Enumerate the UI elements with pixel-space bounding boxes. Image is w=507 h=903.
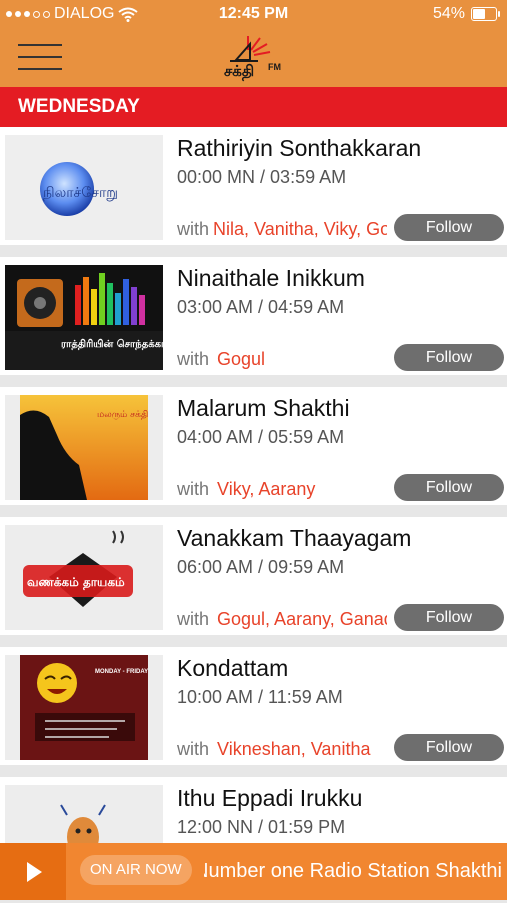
now-playing-bar: ON AIR NOW Number one Radio Station Shak… bbox=[0, 843, 507, 900]
day-header: WEDNESDAY bbox=[0, 87, 507, 127]
with-label: with bbox=[177, 479, 210, 499]
show-hosts: Viky, Aarany bbox=[217, 479, 316, 499]
show-hosts-row: with Vikneshan, Vanitha bbox=[177, 739, 387, 763]
battery-fill bbox=[473, 9, 485, 19]
show-item[interactable]: வணக்கம் தாயகம் Vanakkam Thaayagam 06:00 … bbox=[0, 517, 507, 635]
show-hosts: Nila, Vanitha, Viky, Gogul bbox=[213, 219, 387, 239]
show-time: 10:00 AM / 11:59 AM bbox=[177, 687, 343, 707]
svg-text:மலரும் சக்தி: மலரும் சக்தி bbox=[97, 410, 148, 420]
show-item[interactable]: Ithu Eppadi Irukku 12:00 NN / 01:59 PM bbox=[0, 777, 507, 843]
show-item[interactable]: MONDAY - FRIDAY Kondattam 10:00 AM / 11:… bbox=[0, 647, 507, 765]
show-hosts: Gogul bbox=[217, 349, 266, 369]
show-hosts-row: with Viky, Aarany bbox=[177, 479, 387, 503]
show-title: Kondattam bbox=[177, 655, 289, 681]
status-bar: DIALOG 12:45 PM 54% bbox=[0, 0, 507, 28]
show-title: Ninaithale Inikkum bbox=[177, 265, 365, 291]
show-hosts-row: with Gogul bbox=[177, 349, 387, 373]
play-icon bbox=[27, 862, 42, 882]
show-title: Vanakkam Thaayagam bbox=[177, 525, 412, 551]
hamburger-menu-icon[interactable] bbox=[18, 44, 62, 70]
show-thumbnail: MONDAY - FRIDAY bbox=[5, 655, 163, 760]
now-playing-marquee: Number one Radio Station Shakthi FM bbox=[204, 855, 507, 887]
show-time: 04:00 AM / 05:59 AM bbox=[177, 427, 345, 447]
shakthi-fm-logo: சக்தி FM bbox=[224, 36, 281, 81]
show-time: 12:00 NN / 01:59 PM bbox=[177, 817, 346, 837]
show-time: 03:00 AM / 04:59 AM bbox=[177, 297, 345, 317]
show-time: 00:00 MN / 03:59 AM bbox=[177, 167, 347, 187]
battery-percent: 54% bbox=[432, 5, 465, 22]
status-time: 12:45 PM bbox=[218, 5, 289, 22]
with-label: with bbox=[177, 219, 210, 239]
show-hosts-row: withNila, Vanitha, Viky, Gogul bbox=[177, 219, 387, 243]
schedule-list[interactable]: நிலாச்சோறு Rathiriyin Sonthakkaran 00:00… bbox=[0, 127, 507, 843]
show-time: 06:00 AM / 09:59 AM bbox=[177, 557, 345, 577]
show-hosts: Gogul, Aarany, Ganadi bbox=[217, 609, 387, 629]
show-thumbnail: வணக்கம் தாயகம் bbox=[5, 525, 163, 630]
show-title: Malarum Shakthi bbox=[177, 395, 350, 421]
show-thumbnail: ராத்திரியின் சொந்தக்காரன் bbox=[5, 265, 163, 370]
status-right: 54% bbox=[432, 5, 500, 23]
follow-button[interactable]: Follow bbox=[394, 344, 504, 371]
with-label: with bbox=[177, 609, 210, 629]
svg-text:MONDAY - FRIDAY: MONDAY - FRIDAY bbox=[95, 669, 148, 675]
show-item[interactable]: நிலாச்சோறு Rathiriyin Sonthakkaran 00:00… bbox=[0, 127, 507, 245]
show-thumbnail: நிலாச்சோறு bbox=[5, 135, 163, 240]
follow-button[interactable]: Follow bbox=[394, 734, 504, 761]
show-item[interactable]: மலரும் சக்தி Malarum Shakthi 04:00 AM / … bbox=[0, 387, 507, 505]
svg-text:நிலாச்சோறு: நிலாச்சோறு bbox=[43, 185, 118, 201]
follow-button[interactable]: Follow bbox=[394, 604, 504, 631]
app-header: DIALOG 12:45 PM 54% சக்தி FM bbox=[0, 0, 507, 87]
play-button[interactable] bbox=[0, 843, 66, 900]
svg-text:FM: FM bbox=[268, 62, 281, 72]
battery-icon bbox=[471, 7, 500, 21]
show-thumbnail: மலரும் சக்தி bbox=[5, 395, 163, 500]
follow-button[interactable]: Follow bbox=[394, 214, 504, 241]
svg-text:ராத்திரியின் சொந்தக்காரன்: ராத்திரியின் சொந்தக்காரன் bbox=[61, 338, 163, 350]
show-title: Rathiriyin Sonthakkaran bbox=[177, 135, 422, 161]
svg-text:சக்தி: சக்தி bbox=[224, 62, 254, 81]
with-label: with bbox=[177, 739, 210, 759]
marquee-text: Number one Radio Station Shakthi FM bbox=[204, 860, 507, 882]
show-item[interactable]: ராத்திரியின் சொந்தக்காரன் Ninaithale Ini… bbox=[0, 257, 507, 375]
show-hosts-row: with Gogul, Aarany, Ganadi bbox=[177, 609, 387, 633]
show-title: Ithu Eppadi Irukku bbox=[177, 785, 363, 811]
follow-button[interactable]: Follow bbox=[394, 474, 504, 501]
svg-text:வணக்கம் தாயகம்: வணக்கம் தாயகம் bbox=[27, 575, 125, 590]
on-air-badge: ON AIR NOW bbox=[80, 855, 192, 885]
show-hosts: Vikneshan, Vanitha bbox=[217, 739, 371, 759]
with-label: with bbox=[177, 349, 210, 369]
show-thumbnail bbox=[5, 785, 163, 843]
